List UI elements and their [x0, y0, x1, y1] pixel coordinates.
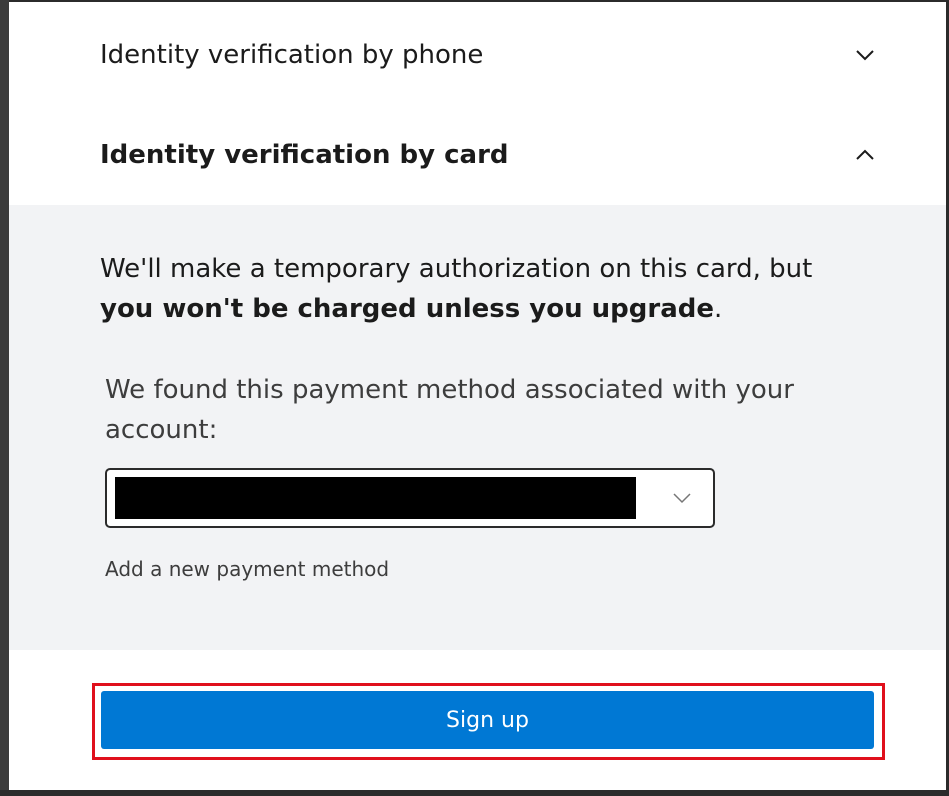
window-border-bottom — [0, 790, 949, 796]
chevron-up-icon — [856, 149, 874, 160]
add-payment-method-link[interactable]: Add a new payment method — [105, 557, 389, 581]
payment-method-found-text: We found this payment method associated … — [105, 375, 794, 445]
authorization-notice: We'll make a temporary authorization on … — [100, 249, 860, 329]
payment-method-select[interactable] — [105, 468, 715, 528]
card-verification-panel: We'll make a temporary authorization on … — [9, 205, 946, 650]
authorization-notice-emphasis: you won't be charged unless you upgrade — [100, 294, 714, 324]
redacted-payment-method — [115, 477, 636, 519]
verification-dialog: Identity verification by phone Identity … — [0, 0, 949, 796]
accordion-card-title: Identity verification by card — [100, 140, 509, 170]
window-border-top — [0, 0, 949, 2]
authorization-notice-end: . — [713, 294, 723, 324]
sign-up-button[interactable]: Sign up — [101, 691, 874, 749]
chevron-down-icon — [673, 493, 691, 504]
authorization-notice-text: We'll make a temporary authorization on … — [100, 254, 813, 284]
window-border-left — [0, 0, 9, 796]
accordion-phone-verification[interactable]: Identity verification by phone — [9, 5, 946, 105]
accordion-phone-title: Identity verification by phone — [100, 40, 484, 70]
chevron-down-icon — [856, 50, 874, 61]
accordion-card-verification[interactable]: Identity verification by card — [9, 105, 946, 205]
